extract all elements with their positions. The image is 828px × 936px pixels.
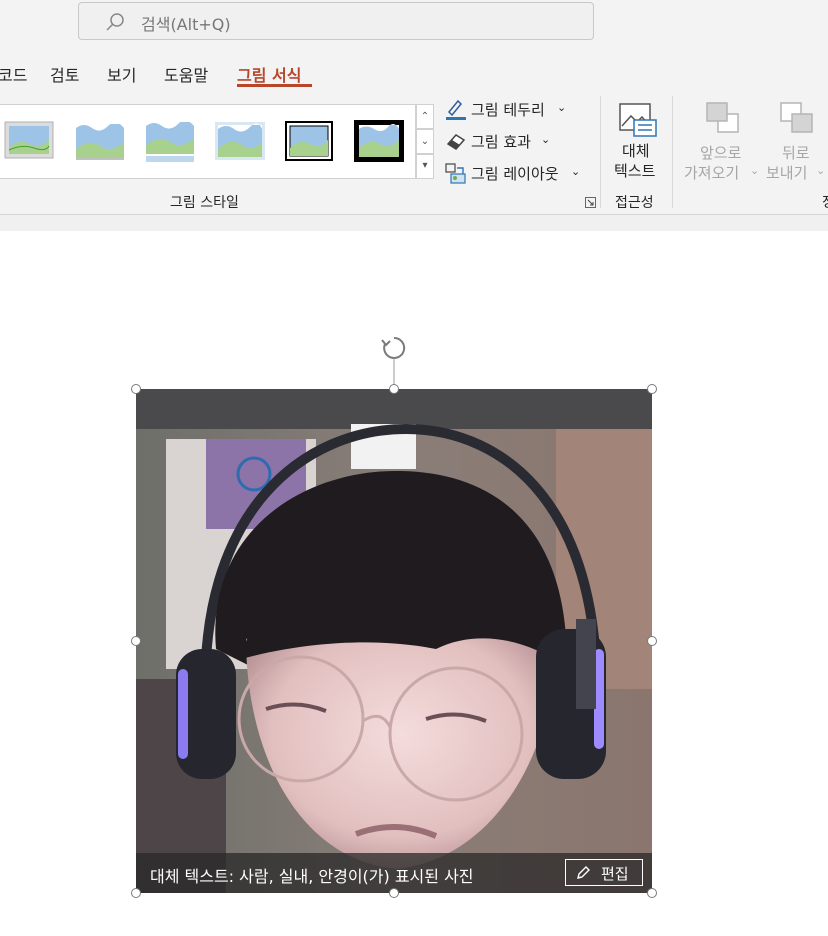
tab-code[interactable]: 코드 xyxy=(0,62,27,86)
resize-handle-bottom[interactable] xyxy=(389,888,399,898)
edit-alt-text-button[interactable]: 편집 xyxy=(565,859,643,886)
picture-styles-group-label: 그림 스타일 xyxy=(170,195,239,211)
resize-handle-top[interactable] xyxy=(389,384,399,394)
group-separator xyxy=(672,96,673,208)
selected-picture[interactable] xyxy=(136,389,652,893)
picture-style-thumb[interactable] xyxy=(214,120,266,162)
bring-forward-icon xyxy=(706,102,739,133)
resize-handle-left[interactable] xyxy=(131,636,141,646)
chevron-down-icon: ⌄ xyxy=(750,164,760,177)
tab-picture-format[interactable]: 그림 서식 xyxy=(237,62,301,86)
alt-text-button[interactable]: 대체 텍스트 xyxy=(610,100,664,180)
tab-review[interactable]: 검토 xyxy=(50,62,79,86)
layout-icon xyxy=(445,163,466,184)
edit-label: 편집 xyxy=(601,865,629,883)
active-tab-indicator xyxy=(237,84,312,87)
picture-border-label: 그림 테두리 xyxy=(471,101,545,119)
alt-text-overlay: 대체 텍스트: 사람, 실내, 안경이(가) 표시된 사진 편집 xyxy=(136,853,652,893)
picture-style-thumb[interactable] xyxy=(284,120,336,162)
picture-border-button[interactable]: 그림 테두리 ⌄ xyxy=(445,98,575,122)
search-icon xyxy=(106,13,124,31)
chevron-down-icon: ⌄ xyxy=(571,165,581,178)
picture-layout-button[interactable]: 그림 레이아웃 ⌄ xyxy=(445,162,585,186)
tab-view[interactable]: 보기 xyxy=(107,62,136,86)
send-backward-label-line2: 보내기 xyxy=(766,164,808,182)
group-separator xyxy=(600,96,601,208)
alt-text-label-line2: 텍스트 xyxy=(614,162,656,180)
search-box[interactable]: 검색(Alt+Q) xyxy=(78,2,594,40)
picture-style-thumb[interactable] xyxy=(4,120,56,162)
picture-style-thumb[interactable] xyxy=(74,120,126,162)
pencil-icon xyxy=(577,866,590,879)
tab-help[interactable]: 도움말 xyxy=(164,62,208,86)
picture-effects-button[interactable]: 그림 효과 ⌄ xyxy=(445,130,555,154)
bring-forward-button[interactable]: 앞으로 가져오기 ⌄ xyxy=(684,100,762,184)
bring-forward-label-line1: 앞으로 xyxy=(700,144,742,162)
search-placeholder: 검색(Alt+Q) xyxy=(141,15,231,34)
resize-handle-right[interactable] xyxy=(647,636,657,646)
alt-text-label-line1: 대체 xyxy=(622,142,650,160)
resize-handle-top-right[interactable] xyxy=(647,384,657,394)
bring-forward-label-line2: 가져오기 xyxy=(684,164,740,182)
picture-layout-label: 그림 레이아웃 xyxy=(471,165,559,183)
rotate-handle-icon[interactable] xyxy=(378,332,410,390)
dialog-launcher-icon[interactable] xyxy=(585,197,596,208)
resize-handle-bottom-right[interactable] xyxy=(647,888,657,898)
alt-text-description: 대체 텍스트: 사람, 실내, 안경이(가) 표시된 사진 xyxy=(150,867,474,886)
alt-text-icon xyxy=(619,103,657,137)
chevron-down-icon: ⌄ xyxy=(557,101,567,114)
eraser-effects-icon xyxy=(446,134,466,150)
chevron-down-icon: ⌄ xyxy=(816,164,826,177)
pen-border-icon xyxy=(446,99,466,120)
resize-handle-bottom-left[interactable] xyxy=(131,888,141,898)
arrange-group-label-partial: 정 xyxy=(822,192,828,212)
gallery-more-button[interactable]: ▾ xyxy=(416,154,434,179)
ribbon-bottom-strip xyxy=(0,215,828,232)
send-backward-button[interactable]: 뒤로 보내기 ⌄ xyxy=(766,100,828,184)
gallery-scroll-up-button[interactable]: ⌃ xyxy=(416,104,434,129)
send-backward-label-line1: 뒤로 xyxy=(782,144,810,162)
chevron-down-icon: ⌄ xyxy=(541,133,551,146)
picture-effects-label: 그림 효과 xyxy=(471,133,531,151)
gallery-scroll-down-button[interactable]: ⌄ xyxy=(416,129,434,154)
send-backward-icon xyxy=(780,102,813,133)
picture-style-thumb[interactable] xyxy=(144,120,196,162)
ribbon-tabs: 코드 검토 보기 도움말 그림 서식 xyxy=(0,56,828,90)
resize-handle-top-left[interactable] xyxy=(131,384,141,394)
picture-style-thumb[interactable] xyxy=(354,120,406,162)
accessibility-group-label: 접근성 xyxy=(615,195,654,211)
